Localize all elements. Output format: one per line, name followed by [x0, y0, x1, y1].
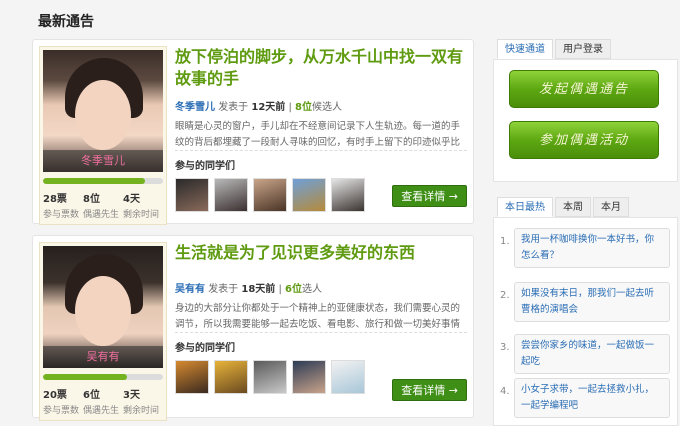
photo-face [75, 276, 131, 346]
join-encounter-button[interactable]: 参加偶遇活动 [509, 121, 659, 159]
profile-panel: 吴有有 20票 参与票数 6位 偶遇先生 3天 剩余时间 [39, 242, 167, 421]
hot-list-panel: 1. 我用一杯咖啡换你一本好书，你怎么看？ 2. 如果没有末日，那我们一起去听曹… [493, 217, 678, 426]
stats-row: 20票 参与票数 6位 偶遇先生 3天 剩余时间 [40, 380, 166, 420]
posted-label: 发表于 [208, 284, 239, 295]
tab-quick-access[interactable]: 快速通道 [497, 39, 553, 59]
participant-avatar[interactable] [331, 360, 365, 394]
participant-avatar[interactable] [292, 360, 326, 394]
participants-label: 参与的同学们 [175, 343, 235, 354]
quick-access-panel: 发起偶遇通告 参加偶遇活动 [493, 59, 678, 182]
hot-item-number: 1. [500, 236, 510, 247]
hot-item-number: 4. [500, 386, 510, 397]
post-description: 身边的大部分让你都处于一个精神上的亚健康状态，我们需要心灵的调节，所以我需要能够… [175, 301, 467, 333]
candidates-count: 8位 [295, 102, 313, 113]
view-details-button[interactable]: 查看详情 → [392, 379, 467, 401]
stat-remaining: 4天 剩余时间 [123, 190, 159, 220]
author-link[interactable]: 冬季雪儿 [175, 102, 215, 113]
stat-label: 剩余时间 [123, 210, 160, 220]
hot-item-link[interactable]: 我用一杯咖啡换你一本好书，你怎么看？ [514, 228, 670, 268]
participant-avatar[interactable] [253, 178, 287, 212]
author-link[interactable]: 吴有有 [175, 284, 205, 295]
tab-this-month[interactable]: 本月 [593, 197, 629, 217]
post-card: 吴有有 20票 参与票数 6位 偶遇先生 3天 剩余时间 生活就是为了见识更多美… [32, 235, 474, 421]
participants-label: 参与的同学们 [175, 161, 235, 172]
participant-avatar[interactable] [253, 360, 287, 394]
stat-value: 8位 [83, 194, 100, 205]
stat-label: 偶遇先生 [83, 210, 120, 220]
page-title: 最新通告 [38, 14, 94, 30]
meta-divider: | [278, 284, 282, 295]
hot-item-number: 3. [500, 342, 510, 353]
meta-divider: | [288, 102, 292, 113]
photo-face [75, 80, 131, 150]
stat-value: 20票 [43, 390, 67, 401]
post-content: 生活就是为了见识更多美好的东西 吴有有 发表于 18天前 | 6位选人 身边的大… [175, 242, 467, 394]
post-description: 眼睛是心灵的窗户，手儿却在不经意间记录下人生轨迹。每一道的手纹的背后都埋藏了一段… [175, 119, 467, 151]
stat-label: 参与票数 [43, 406, 80, 416]
photo-name: 冬季雪儿 [43, 150, 163, 172]
tab-this-week[interactable]: 本周 [555, 197, 591, 217]
post-time: 18天前 [241, 284, 276, 295]
stat-label: 参与票数 [43, 210, 80, 220]
hot-item-link[interactable]: 尝尝你家乡的味道，一起做饭一起吃 [514, 334, 670, 374]
tab-user-login[interactable]: 用户登录 [555, 39, 611, 59]
profile-panel: 冬季雪儿 28票 参与票数 8位 偶遇先生 4天 剩余时间 [39, 46, 167, 225]
post-time: 12天前 [251, 102, 286, 113]
hot-item-number: 2. [500, 290, 510, 301]
participant-avatar[interactable] [292, 178, 326, 212]
post-title[interactable]: 生活就是为了见识更多美好的东西 [175, 242, 467, 264]
stat-votes: 20票 参与票数 [43, 386, 79, 416]
stat-value: 3天 [123, 390, 140, 401]
stat-value: 6位 [83, 390, 100, 401]
view-details-button[interactable]: 查看详情 → [392, 185, 467, 207]
stat-value: 4天 [123, 194, 140, 205]
create-encounter-button[interactable]: 发起偶遇通告 [509, 70, 659, 108]
candidates-label: 选人 [302, 284, 323, 295]
hot-tabs: 本日最热 本周 本月 [497, 197, 631, 217]
post-title[interactable]: 放下停泊的脚步，从万水千山中找一双有故事的手 [175, 46, 467, 90]
stat-label: 剩余时间 [123, 406, 160, 416]
candidates-count: 6位 [285, 284, 303, 295]
post-meta: 冬季雪儿 发表于 12天前 | 8位候选人 [175, 98, 467, 113]
participant-avatar[interactable] [214, 178, 248, 212]
tab-today-hot[interactable]: 本日最热 [497, 197, 553, 217]
stat-value: 28票 [43, 194, 67, 205]
posted-label: 发表于 [218, 102, 249, 113]
post-meta: 吴有有 发表于 18天前 | 6位选人 [175, 280, 467, 295]
participant-avatar[interactable] [331, 178, 365, 212]
hot-item-link[interactable]: 如果没有末日，那我们一起去听曹格的演唱会 [514, 282, 670, 322]
post-card: 冬季雪儿 28票 参与票数 8位 偶遇先生 4天 剩余时间 放下停泊的脚步，从万… [32, 39, 474, 225]
photo-name: 吴有有 [43, 346, 163, 368]
hot-item-link[interactable]: 小女子求带，一起去拯救小扎，一起学编程吧 [514, 378, 670, 418]
participant-avatar[interactable] [214, 360, 248, 394]
stat-label: 偶遇先生 [83, 406, 120, 416]
quick-tabs: 快速通道 用户登录 [497, 39, 613, 59]
participant-avatar[interactable] [175, 360, 209, 394]
stat-gentlemen: 6位 偶遇先生 [83, 386, 119, 416]
stat-votes: 28票 参与票数 [43, 190, 79, 220]
profile-photo[interactable]: 冬季雪儿 [43, 50, 163, 172]
profile-photo[interactable]: 吴有有 [43, 246, 163, 368]
candidates-label: 候选人 [312, 102, 343, 113]
stats-row: 28票 参与票数 8位 偶遇先生 4天 剩余时间 [40, 184, 166, 224]
participant-avatar[interactable] [175, 178, 209, 212]
stat-gentlemen: 8位 偶遇先生 [83, 190, 119, 220]
stat-remaining: 3天 剩余时间 [123, 386, 159, 416]
